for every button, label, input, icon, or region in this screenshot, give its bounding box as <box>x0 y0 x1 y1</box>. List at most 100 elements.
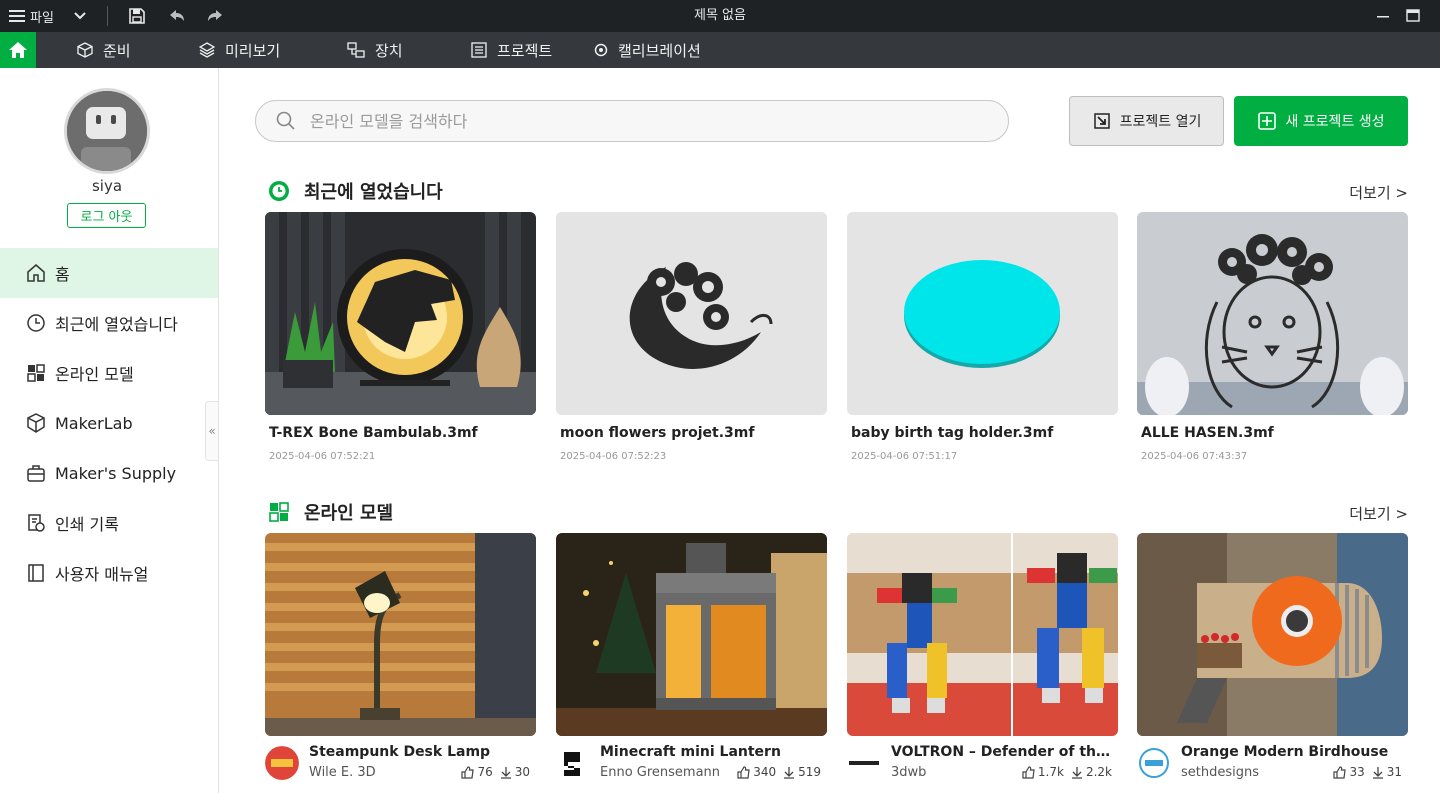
file-menu-button[interactable]: 파일 <box>8 0 54 32</box>
author-avatar[interactable] <box>847 746 881 780</box>
recent-card-name: moon flowers projet.3mf <box>560 425 755 441</box>
download-count: 519 <box>798 765 821 779</box>
tab-calibration[interactable]: 캘리브레이션 <box>594 32 701 68</box>
thumbs-up-icon <box>1333 765 1347 779</box>
recent-card-date: 2025-04-06 07:43:37 <box>1141 451 1248 462</box>
recent-more-link[interactable]: 더보기 > <box>1349 182 1408 203</box>
sidebar: siya 로그 아웃 홈 최근에 열었습니다 온라인 모델 MakerLab M… <box>0 68 219 793</box>
search-input[interactable] <box>310 111 910 131</box>
sidebar-item-label: MakerLab <box>55 413 133 433</box>
sidebar-item-makers-supply[interactable]: Maker's Supply <box>0 448 218 498</box>
model-card-minecraft-lantern[interactable]: Minecraft mini Lantern Enno Grensemann 3… <box>556 533 827 786</box>
model-title[interactable]: Orange Modern Birdhouse <box>1181 744 1401 760</box>
thumbnail-trex <box>265 212 536 415</box>
recent-card-date: 2025-04-06 07:52:23 <box>560 451 667 462</box>
thumbnail-birdhouse <box>1137 533 1408 736</box>
sidebar-item-print-history[interactable]: 인쇄 기록 <box>0 498 218 548</box>
thumbs-up-icon <box>1022 765 1035 779</box>
chevron-down-icon <box>74 12 86 20</box>
thumbnail-baby-tag <box>847 212 1118 415</box>
logout-button[interactable]: 로그 아웃 <box>67 203 146 228</box>
online-models-icon <box>269 502 289 522</box>
model-card-voltron[interactable]: VOLTRON – Defender of the U... 3dwb 1.7k… <box>847 533 1118 786</box>
model-author[interactable]: sethdesigns <box>1181 765 1259 780</box>
like-count: 33 <box>1349 765 1365 779</box>
recent-card-baby-tag[interactable]: baby birth tag holder.3mf 2025-04-06 07:… <box>847 212 1118 462</box>
model-card-birdhouse[interactable]: Orange Modern Birdhouse sethdesigns 33 3… <box>1137 533 1408 786</box>
sidebar-item-home[interactable]: 홈 <box>0 248 218 298</box>
model-title[interactable]: VOLTRON – Defender of the U... <box>891 744 1111 760</box>
sidebar-item-label: 인쇄 기록 <box>55 515 119 534</box>
model-meta: Minecraft mini Lantern Enno Grensemann 3… <box>556 742 827 786</box>
open-project-button[interactable]: 프로젝트 열기 <box>1069 96 1224 146</box>
undo-icon <box>170 10 184 21</box>
book-icon <box>28 564 44 582</box>
online-more-link[interactable]: 더보기 > <box>1349 503 1408 524</box>
model-title[interactable]: Steampunk Desk Lamp <box>309 744 529 760</box>
tab-home[interactable] <box>0 32 36 68</box>
tab-prepare-label: 준비 <box>103 41 131 60</box>
model-stats: 340 519 <box>737 765 821 779</box>
save-button[interactable] <box>128 0 146 32</box>
redo-button[interactable] <box>205 0 225 32</box>
sidebar-collapse-handle[interactable]: « <box>205 401 218 461</box>
sidebar-item-label: 최근에 열었습니다 <box>55 315 178 334</box>
recent-card-moon-flowers[interactable]: moon flowers projet.3mf 2025-04-06 07:52… <box>556 212 827 462</box>
dropdown-button[interactable] <box>73 0 87 32</box>
recent-card-date: 2025-04-06 07:52:21 <box>269 451 376 462</box>
tab-calibration-label: 캘리브레이션 <box>618 41 701 60</box>
home-outline-icon <box>27 264 45 282</box>
author-avatar[interactable] <box>1137 746 1171 780</box>
calibration-icon <box>594 43 608 57</box>
tab-device-label: 장치 <box>375 41 403 60</box>
model-author[interactable]: 3dwb <box>891 765 926 780</box>
model-meta: VOLTRON – Defender of the U... 3dwb 1.7k… <box>847 742 1118 786</box>
recent-card-alle-hasen[interactable]: ALLE HASEN.3mf 2025-04-06 07:43:37 <box>1137 212 1408 462</box>
save-icon <box>129 8 145 24</box>
thumbnail-minecraft-lantern <box>556 533 827 736</box>
model-title[interactable]: Minecraft mini Lantern <box>600 744 820 760</box>
model-author[interactable]: Enno Grensemann <box>600 765 720 780</box>
tab-project-label: 프로젝트 <box>497 41 553 60</box>
undo-button[interactable] <box>167 0 187 32</box>
sidebar-item-online-models[interactable]: 온라인 모델 <box>0 348 218 398</box>
search-bar[interactable] <box>255 100 1009 142</box>
main-nav-bar: 준비 미리보기 장치 프로젝트 캘리브레이션 <box>0 32 1440 68</box>
model-card-steampunk-lamp[interactable]: Steampunk Desk Lamp Wile E. 3D 76 30 <box>265 533 536 786</box>
download-count: 2.2k <box>1085 765 1112 779</box>
thumbnail-steampunk-lamp <box>265 533 536 736</box>
sidebar-item-makerlab[interactable]: MakerLab <box>0 398 218 448</box>
model-author[interactable]: Wile E. 3D <box>309 765 376 780</box>
recent-card-trex[interactable]: T-REX Bone Bambulab.3mf 2025-04-06 07:52… <box>265 212 536 462</box>
sidebar-item-user-manual[interactable]: 사용자 매뉴얼 <box>0 548 218 598</box>
open-file-icon <box>1093 113 1110 129</box>
project-list-icon <box>471 42 487 58</box>
toolbox-icon <box>27 465 45 482</box>
makerlab-icon <box>27 413 45 433</box>
new-project-button[interactable]: 새 프로젝트 생성 <box>1234 96 1408 146</box>
new-project-label: 새 프로젝트 생성 <box>1285 114 1385 130</box>
tab-device[interactable]: 장치 <box>347 32 403 68</box>
sidebar-item-label: 홈 <box>55 265 70 284</box>
download-icon <box>500 766 511 779</box>
title-bar: 파일 제목 없음 <box>0 0 1440 32</box>
clock-icon <box>27 314 45 332</box>
model-stats: 76 30 <box>461 765 530 779</box>
sidebar-item-label: 온라인 모델 <box>55 365 134 384</box>
avatar[interactable] <box>64 88 150 174</box>
thumbs-up-icon <box>461 765 475 779</box>
thumbnail-alle-hasen <box>1137 212 1408 415</box>
redo-icon <box>208 10 222 21</box>
author-avatar[interactable] <box>556 746 590 780</box>
minimize-button[interactable] <box>1376 0 1390 32</box>
tab-project[interactable]: 프로젝트 <box>471 32 552 68</box>
tab-prepare[interactable]: 준비 <box>77 32 131 68</box>
sidebar-item-recent[interactable]: 최근에 열었습니다 <box>0 298 218 348</box>
maximize-button[interactable] <box>1406 0 1420 32</box>
recent-title: 최근에 열었습니다 <box>304 182 443 203</box>
model-meta: Steampunk Desk Lamp Wile E. 3D 76 30 <box>265 742 536 786</box>
tab-preview[interactable]: 미리보기 <box>199 32 280 68</box>
sidebar-item-label: Maker's Supply <box>55 463 177 483</box>
author-avatar[interactable] <box>265 746 299 780</box>
add-project-icon <box>1258 112 1277 130</box>
